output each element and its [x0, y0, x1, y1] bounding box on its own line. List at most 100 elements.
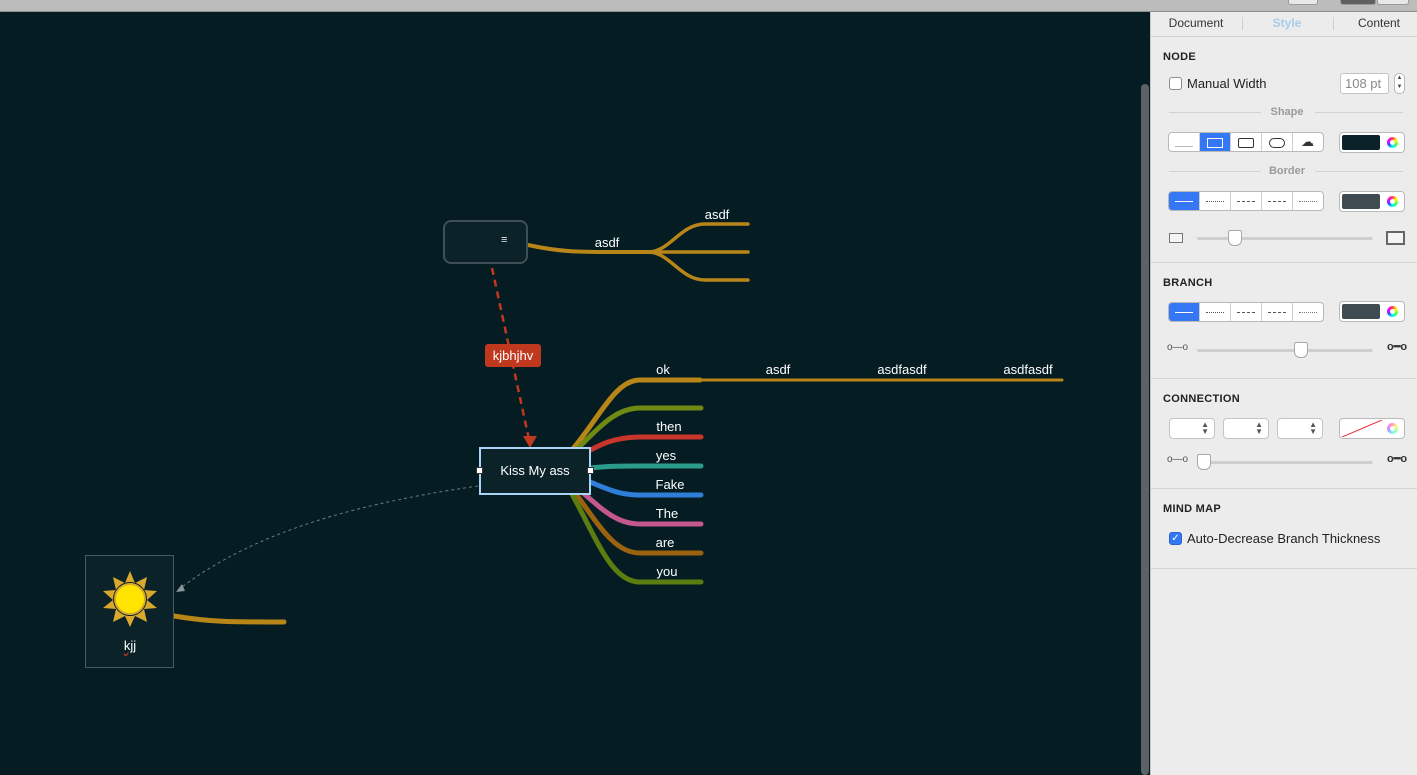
toolbar-segment[interactable] — [1377, 0, 1409, 5]
connection-color-well[interactable] — [1339, 418, 1405, 439]
toolbar-button[interactable] — [1288, 0, 1318, 5]
divider — [1315, 112, 1403, 113]
branch-dashed-option[interactable] — [1231, 303, 1262, 321]
border-style-segmented-control[interactable] — [1168, 191, 1324, 211]
inspector-panel: Document Style Content NODE Manual Width… — [1150, 12, 1417, 775]
border-solid-option[interactable] — [1169, 192, 1200, 210]
tab-style[interactable]: Style — [1273, 16, 1302, 30]
section-divider — [1151, 262, 1417, 263]
shape-rounded-rect-option[interactable] — [1231, 133, 1262, 151]
branch-dashdot-option[interactable] — [1262, 303, 1293, 321]
border-thickness-slider[interactable] — [1197, 237, 1373, 240]
border-thickness-knob[interactable] — [1228, 230, 1242, 246]
branch-label-upper-asdf-child[interactable]: asdf — [705, 207, 730, 222]
border-dashed-option[interactable] — [1231, 192, 1262, 210]
connection-line[interactable] — [177, 485, 479, 591]
image-topic-node[interactable]: kjj — [85, 555, 174, 668]
branch-you[interactable] — [569, 491, 704, 585]
divider — [1315, 171, 1403, 172]
branch-style-segmented-control[interactable] — [1168, 302, 1324, 322]
branch-label-ok-asdfasdf-2[interactable]: asdfasdf — [1003, 362, 1052, 377]
popup-arrows-icon: ▲ ▼ — [1255, 420, 1263, 436]
branch-thickness-slider[interactable] — [1197, 349, 1373, 352]
popup-arrows-icon: ▲ ▼ — [1309, 420, 1317, 436]
auto-decrease-label: Auto-Decrease Branch Thickness — [1187, 531, 1381, 546]
branch-thickness-knob[interactable] — [1294, 342, 1308, 358]
tab-divider — [1242, 17, 1243, 30]
tab-divider — [1333, 17, 1334, 30]
branch-label-yes[interactable]: yes — [656, 448, 676, 463]
connection-end-style-popup[interactable]: ▲ ▼ — [1277, 418, 1323, 439]
branch-image-node[interactable] — [171, 613, 287, 625]
thick-border-icon — [1386, 231, 1405, 245]
connection-start-style-popup[interactable]: ▲ ▼ — [1223, 418, 1269, 439]
border-color-well[interactable] — [1339, 191, 1405, 212]
section-divider — [1151, 568, 1417, 569]
tab-content[interactable]: Content — [1358, 16, 1400, 30]
section-title-connection: CONNECTION — [1163, 393, 1240, 405]
toolbar-segment-selected[interactable] — [1340, 0, 1376, 5]
width-field[interactable]: 108 pt — [1340, 73, 1389, 94]
branch-solid-option[interactable] — [1169, 303, 1200, 321]
branch-upper-asdf[interactable] — [526, 243, 650, 254]
branch-label-ok[interactable]: ok — [656, 362, 670, 377]
relationship-label[interactable]: kjbhjhv — [485, 344, 541, 367]
branch-color-well[interactable] — [1339, 301, 1405, 322]
divider — [1169, 112, 1261, 113]
resize-handle-left[interactable] — [476, 467, 483, 474]
thin-line-icon: o—o — [1167, 342, 1189, 353]
branch-then[interactable] — [577, 434, 704, 459]
fill-color-swatch — [1342, 135, 1380, 150]
shape-rectangle-option[interactable] — [1200, 133, 1231, 151]
branch-label-the[interactable]: The — [656, 506, 678, 521]
connection-thickness-slider[interactable] — [1197, 461, 1373, 464]
connection-line-style-popup[interactable]: ▲ ▼ — [1169, 418, 1215, 439]
branch-upper-asdf-child-1[interactable] — [646, 222, 750, 254]
manual-width-checkbox[interactable] — [1169, 77, 1182, 90]
popup-arrows-icon: ▲ ▼ — [1201, 420, 1209, 436]
section-title-node: NODE — [1163, 51, 1196, 63]
branch-color-swatch — [1342, 304, 1380, 319]
branch-label-you[interactable]: you — [657, 564, 678, 579]
shape-cloud-option[interactable]: ☁ — [1293, 133, 1323, 151]
branch-olive[interactable] — [571, 405, 704, 455]
color-wheel-icon[interactable] — [1387, 137, 1398, 148]
auto-decrease-checkbox[interactable]: ✓ — [1169, 532, 1182, 545]
central-topic-node[interactable]: Kiss My ass — [476, 447, 594, 495]
width-stepper[interactable]: ▲ ▼ — [1394, 73, 1405, 94]
branch-label-fake[interactable]: Fake — [656, 477, 685, 492]
thick-line-icon: o━o — [1387, 341, 1408, 353]
shape-capsule-option[interactable] — [1262, 133, 1293, 151]
branch-dotted-option[interactable] — [1200, 303, 1231, 321]
shape-segmented-control[interactable]: ☁ — [1168, 132, 1324, 152]
branch-yes[interactable] — [587, 463, 704, 471]
manual-width-label: Manual Width — [1187, 76, 1267, 91]
resize-handle-right[interactable] — [587, 467, 594, 474]
section-title-branch: BRANCH — [1163, 277, 1213, 289]
section-title-mind-map: MIND MAP — [1163, 503, 1222, 515]
connection-thickness-knob[interactable] — [1197, 454, 1211, 470]
branch-label-ok-asdfasdf-1[interactable]: asdfasdf — [877, 362, 926, 377]
border-dotted-option[interactable] — [1200, 192, 1231, 210]
branch-upper-asdf-child-3[interactable] — [646, 250, 750, 282]
border-finedot-option[interactable] — [1293, 192, 1323, 210]
border-dashdot-option[interactable] — [1262, 192, 1293, 210]
shape-none-option[interactable] — [1169, 133, 1200, 151]
branch-label-upper-asdf[interactable]: asdf — [595, 235, 620, 250]
border-subtitle: Border — [1268, 165, 1306, 177]
tab-document[interactable]: Document — [1169, 16, 1224, 30]
branch-label-are[interactable]: are — [656, 535, 675, 550]
window-toolbar — [0, 0, 1417, 12]
canvas-vertical-scrollbar[interactable] — [1141, 84, 1149, 775]
color-wheel-icon[interactable] — [1387, 196, 1398, 207]
fill-color-well[interactable] — [1339, 132, 1405, 153]
color-wheel-icon[interactable] — [1387, 306, 1398, 317]
branch-finedot-option[interactable] — [1293, 303, 1323, 321]
branch-label-then[interactable]: then — [656, 419, 681, 434]
upper-topic-node[interactable]: ≡ — [443, 220, 528, 264]
color-wheel-icon[interactable] — [1387, 423, 1398, 434]
inspector-tabs: Document Style Content — [1151, 12, 1417, 37]
central-topic-label: Kiss My ass — [500, 463, 570, 478]
mind-map-canvas[interactable]: ≡ kjbhjhv Kiss My ass kjj asdf asdf ok t… — [0, 12, 1150, 775]
branch-label-ok-asdf[interactable]: asdf — [766, 362, 791, 377]
